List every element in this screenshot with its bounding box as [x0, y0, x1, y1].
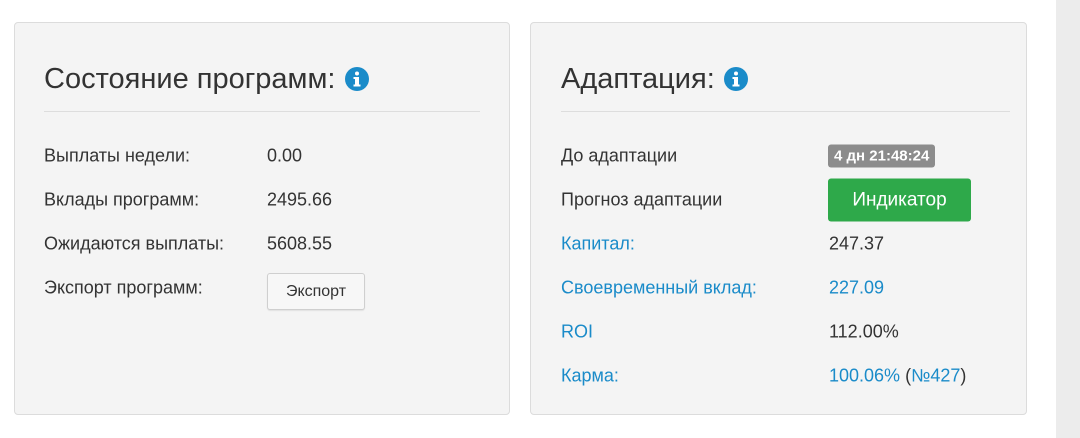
- karma-paren-close: ): [960, 365, 967, 386]
- expected-payouts-value: 5608.55: [267, 233, 333, 254]
- panel-title: Адаптация:: [561, 63, 715, 95]
- program-deposits-label: Вклады программ:: [44, 189, 200, 210]
- capital-link[interactable]: Капитал:: [561, 234, 635, 255]
- karma-value-link[interactable]: 100.06%: [829, 366, 900, 386]
- karma-rank-link[interactable]: №427: [911, 366, 960, 386]
- program-deposits-value: 2495.66: [267, 189, 333, 210]
- capital-row: Капитал: 247.37: [531, 229, 1026, 259]
- expected-payouts-row: Ожидаются выплаты: 5608.55: [15, 229, 509, 259]
- until-adaptation-label: До адаптации: [561, 145, 678, 166]
- export-button[interactable]: Экспорт: [267, 273, 365, 310]
- program-status-title-row: Состояние программ:: [44, 63, 370, 96]
- adaptation-forecast-label: Прогноз адаптации: [561, 189, 723, 210]
- info-icon[interactable]: [723, 66, 749, 92]
- weekly-payouts-label: Выплаты недели:: [44, 145, 191, 166]
- karma-link[interactable]: Карма:: [561, 366, 619, 387]
- until-adaptation-row: До адаптации 4 дн 21:48:24: [531, 141, 1026, 171]
- expected-payouts-label: Ожидаются выплаты:: [44, 233, 225, 254]
- adaptation-title-row: Адаптация:: [561, 63, 749, 96]
- title-divider: [561, 111, 1010, 112]
- adaptation-forecast-row: Прогноз адаптации Индикатор: [531, 178, 1026, 222]
- karma-value-group: 100.06% (№427): [829, 366, 966, 387]
- scrollbar-track[interactable]: [1056, 0, 1080, 438]
- program-deposits-row: Вклады программ: 2495.66: [15, 185, 509, 215]
- title-divider: [44, 111, 480, 112]
- program-status-panel: Состояние программ: Выплаты недели: 0.00…: [14, 22, 510, 415]
- export-programs-label: Экспорт программ:: [44, 277, 203, 298]
- capital-value: 247.37: [829, 233, 885, 254]
- timely-deposit-row: Своевременный вклад: 227.09: [531, 273, 1026, 303]
- timely-deposit-link[interactable]: Своевременный вклад:: [561, 278, 757, 299]
- info-icon[interactable]: [344, 66, 370, 92]
- indicator-button[interactable]: Индикатор: [828, 178, 971, 222]
- adaptation-panel: Адаптация: До адаптации 4 дн 21:48:24 Пр…: [530, 22, 1027, 415]
- timely-deposit-value-link[interactable]: 227.09: [829, 278, 884, 299]
- roi-link[interactable]: ROI: [561, 322, 593, 343]
- roi-value: 112.00%: [829, 321, 899, 342]
- export-programs-row: Экспорт программ: Экспорт: [15, 273, 509, 310]
- panel-title: Состояние программ:: [44, 63, 336, 95]
- karma-paren-open: (: [900, 365, 912, 386]
- karma-row: Карма: 100.06% (№427): [531, 361, 1026, 391]
- weekly-payouts-value: 0.00: [267, 145, 303, 166]
- countdown-badge: 4 дн 21:48:24: [828, 144, 936, 168]
- roi-row: ROI 112.00%: [531, 317, 1026, 347]
- weekly-payouts-row: Выплаты недели: 0.00: [15, 141, 509, 171]
